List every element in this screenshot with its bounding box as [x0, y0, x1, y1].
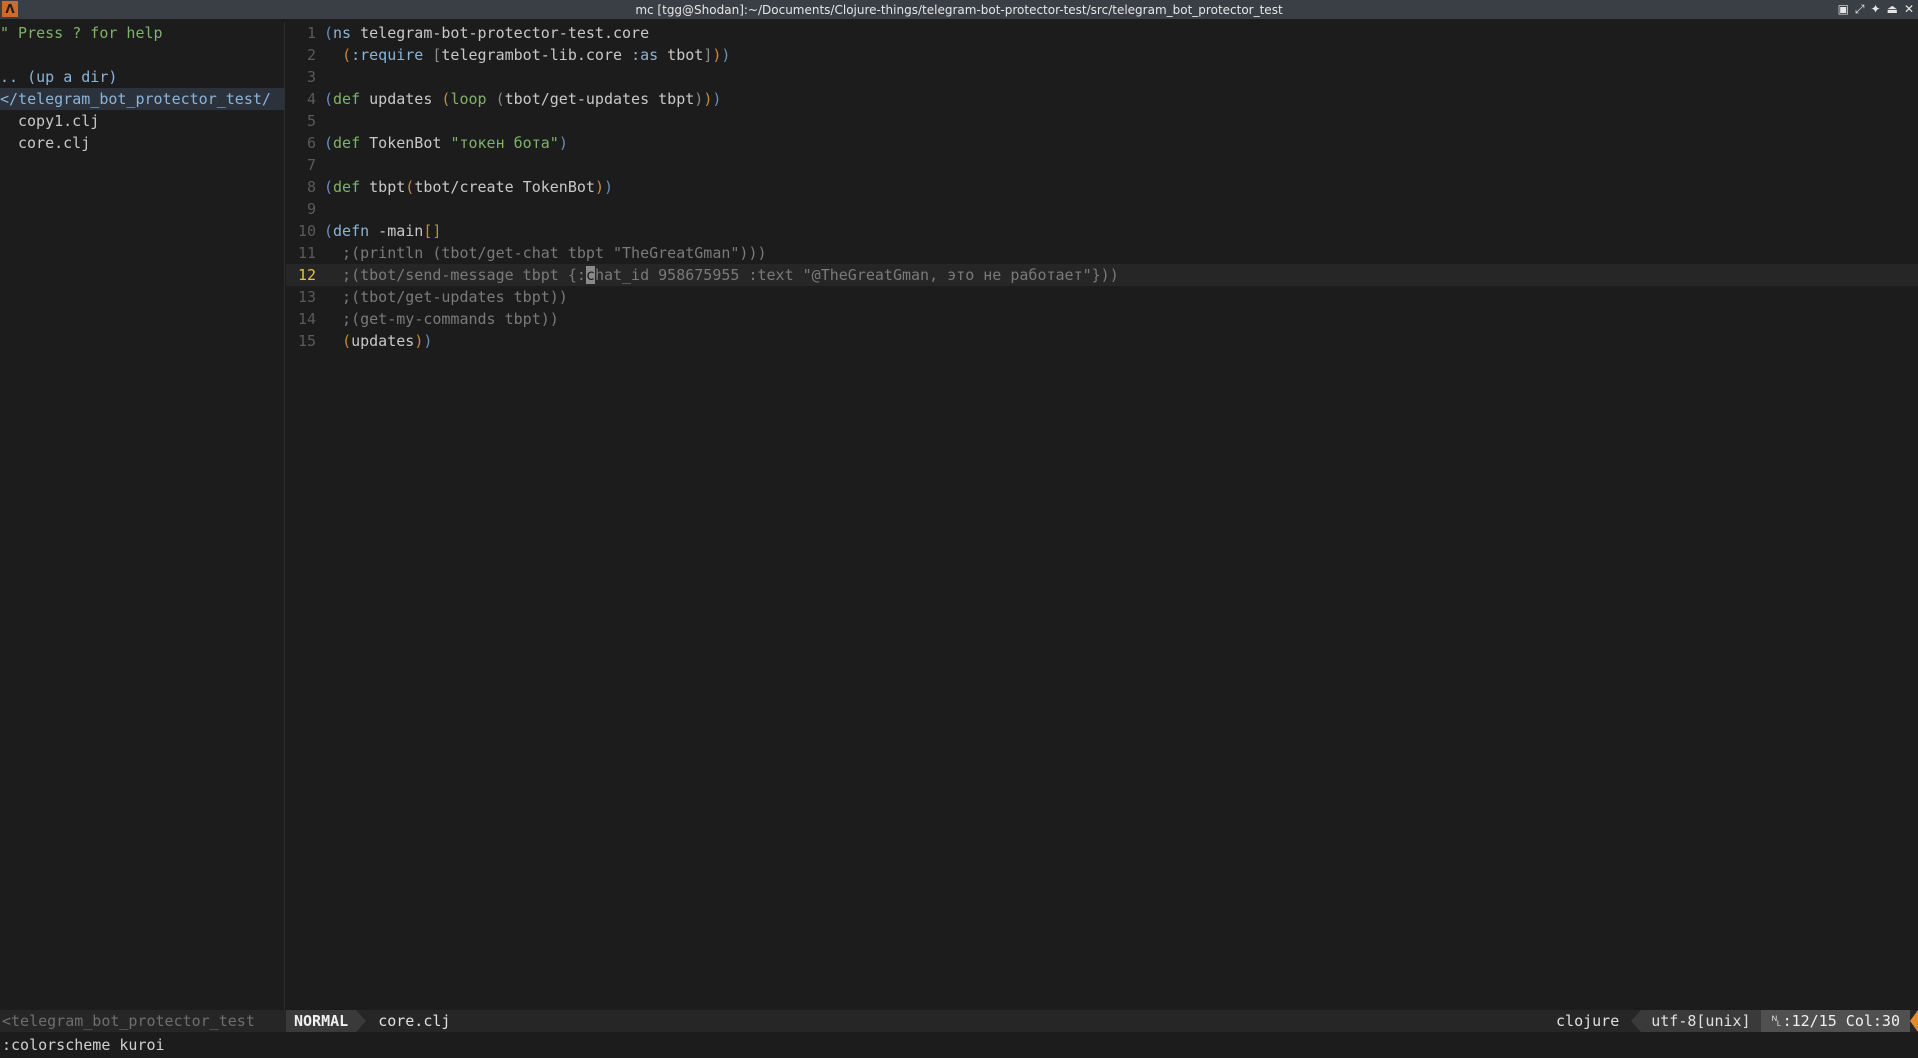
line-number: 14 — [297, 310, 316, 328]
code-line-15[interactable]: 15 (updates)) — [286, 330, 1918, 352]
text-cursor: c — [585, 266, 595, 284]
tree-file-copy1[interactable]: copy1.clj — [0, 110, 284, 132]
code-line-3[interactable]: 3 — [286, 66, 1918, 88]
code-text: (defn -main[] — [324, 222, 442, 240]
status-line: <telegram_bot_protector_test NORMAL core… — [0, 1010, 1918, 1032]
tree-file-core[interactable]: core.clj — [0, 132, 284, 154]
code-line-2[interactable]: 2 (:require [telegrambot-lib.core :as tb… — [286, 44, 1918, 66]
code-line-11[interactable]: 11 ;(println (tbot/get-chat tbpt "TheGre… — [286, 242, 1918, 264]
mode-indicator: NORMAL — [286, 1010, 357, 1032]
code-line-9[interactable]: 9 — [286, 198, 1918, 220]
code-line-5[interactable]: 5 — [286, 110, 1918, 132]
tree-up-dir[interactable]: .. (up a dir) — [0, 66, 284, 88]
line-number: 11 — [297, 244, 316, 262]
line-number: 8 — [306, 178, 316, 196]
close-icon[interactable]: ✕ — [1904, 2, 1914, 17]
code-line-10[interactable]: 10 (defn -main[] — [286, 220, 1918, 242]
minimize-icon[interactable]: ▣ — [1838, 2, 1849, 17]
encoding-separator — [1631, 1010, 1642, 1032]
code-line-13[interactable]: 13 ;(tbot/get-updates tbpt)) — [286, 286, 1918, 308]
code-comment: ;(get-my-commands tbpt)) — [324, 310, 559, 328]
line-number: 13 — [297, 288, 316, 306]
code-text: (def tbpt(tbot/create TokenBot)) — [324, 178, 613, 196]
pin-icon[interactable]: ✦ — [1871, 2, 1881, 17]
tree-help-text: " Press ? for help — [0, 24, 163, 42]
command-line[interactable]: :colorscheme kuroi — [0, 1034, 1918, 1056]
status-encoding: utf-8[unix] — [1641, 1010, 1761, 1032]
status-position: ␤:12/15 Col:30 — [1760, 1010, 1910, 1032]
tree-status-path: <telegram_bot_protector_test — [2, 1012, 255, 1030]
code-comment: ;(tbot/send-message tbpt {:chat_id 95867… — [324, 266, 1119, 284]
window-controls: ▣ ⤢ ✦ ⏏ ✕ — [1838, 2, 1914, 17]
status-end-marker — [1910, 1010, 1918, 1032]
code-text: (ns telegram-bot-protector-test.core — [324, 24, 650, 42]
line-number: 1 — [306, 24, 316, 42]
code-text: (updates)) — [342, 332, 433, 350]
window-titlebar: Λ mc [tgg@Shodan]:~/Documents/Clojure-th… — [0, 0, 1918, 19]
code-text: (:require [telegrambot-lib.core :as tbot… — [342, 46, 731, 64]
app-icon[interactable]: Λ — [2, 1, 18, 17]
status-filename: core.clj — [378, 1012, 451, 1030]
line-number: 6 — [306, 134, 316, 152]
code-line-12-current[interactable]: 12 ;(tbot/send-message tbpt {:chat_id 95… — [286, 264, 1918, 286]
code-line-4[interactable]: 4 (def updates (loop (tbot/get-updates t… — [286, 88, 1918, 110]
status-filetype: clojure — [1556, 1012, 1620, 1030]
line-number: 15 — [297, 332, 316, 350]
code-line-6[interactable]: 6 (def TokenBot "токен бота") — [286, 132, 1918, 154]
shade-icon[interactable]: ⏏ — [1887, 2, 1898, 17]
line-number: 3 — [306, 68, 316, 86]
code-line-14[interactable]: 14 ;(get-my-commands tbpt)) — [286, 308, 1918, 330]
line-number: 9 — [306, 200, 316, 218]
line-number: 7 — [306, 156, 316, 174]
code-line-1[interactable]: 1 (ns telegram-bot-protector-test.core — [286, 22, 1918, 44]
maximize-icon[interactable]: ⤢ — [1855, 2, 1865, 17]
code-text: (def updates (loop (tbot/get-updates tbp… — [324, 90, 722, 108]
code-text: (def TokenBot "токен бота") — [324, 134, 568, 152]
code-line-7[interactable]: 7 — [286, 154, 1918, 176]
code-editor[interactable]: 1 (ns telegram-bot-protector-test.core 2… — [286, 22, 1918, 1010]
line-number: 10 — [297, 222, 316, 240]
code-line-8[interactable]: 8 (def tbpt(tbot/create TokenBot)) — [286, 176, 1918, 198]
tree-current-dir[interactable]: </telegram_bot_protector_test/ — [0, 88, 284, 110]
tree-blank — [0, 44, 284, 66]
file-tree: " Press ? for help .. (up a dir) </teleg… — [0, 22, 285, 1010]
line-number: 12 — [297, 266, 316, 284]
line-number: 4 — [306, 90, 316, 108]
line-number: 5 — [306, 112, 316, 130]
code-comment: ;(tbot/get-updates tbpt)) — [324, 288, 568, 306]
code-comment: ;(println (tbot/get-chat tbpt "TheGreatG… — [324, 244, 767, 262]
mode-separator — [356, 1010, 367, 1032]
window-title: mc [tgg@Shodan]:~/Documents/Clojure-thin… — [635, 2, 1283, 17]
line-number: 2 — [306, 46, 316, 64]
